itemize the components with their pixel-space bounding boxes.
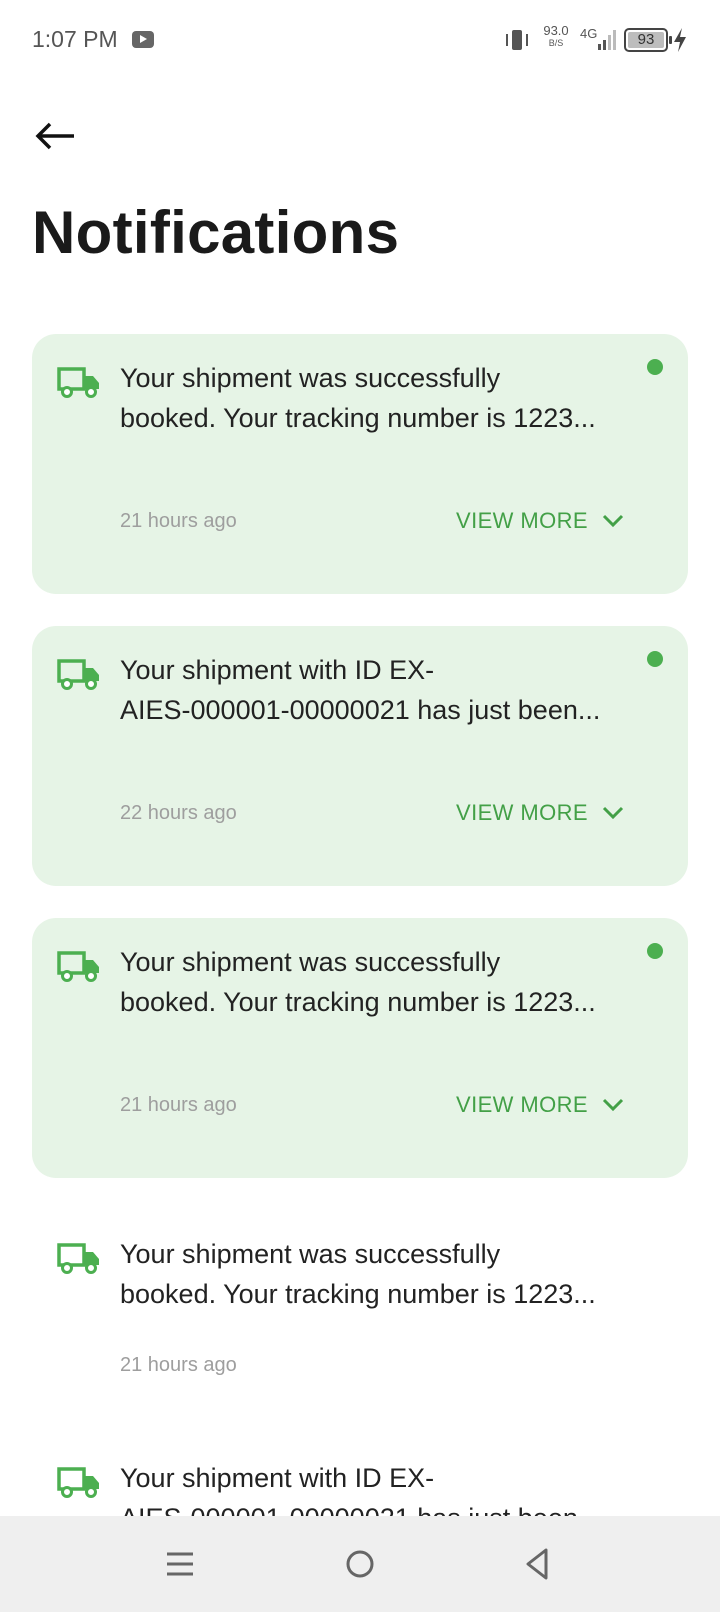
truck-icon	[57, 367, 99, 398]
notification-message: Your shipment with ID EX- AIES-000001-00…	[120, 650, 620, 730]
unread-dot	[647, 943, 663, 959]
page-title: Notifications	[32, 199, 400, 266]
battery-icon: 93	[624, 28, 672, 52]
truck-icon	[57, 1243, 99, 1274]
network-speed: 93.0 B/S	[540, 23, 572, 49]
back-nav-button[interactable]	[512, 1538, 564, 1590]
signal-icon	[594, 28, 618, 50]
back-button[interactable]	[34, 114, 78, 158]
notification-time: 21 hours ago	[120, 510, 237, 532]
view-more-button[interactable]: VIEW MORE	[456, 508, 624, 534]
arrow-left-icon	[35, 122, 74, 150]
notification-line-1: Your shipment with ID EX-	[120, 1463, 435, 1493]
view-more-label: VIEW MORE	[456, 1092, 588, 1117]
notification-card[interactable]: Your shipment was successfully booked. Y…	[32, 334, 688, 594]
notifications-screen: 1:07 PM 93.0 B/S 4G 93 Notifications You…	[0, 0, 720, 1612]
notification-message: Your shipment was successfully booked. Y…	[120, 942, 620, 1022]
notification-line-1: Your shipment was successfully	[120, 947, 501, 977]
notification-line-1: Your shipment was successfully	[120, 363, 501, 393]
view-more-button[interactable]: VIEW MORE	[456, 800, 624, 826]
status-time: 1:07 PM	[32, 26, 118, 52]
truck-icon	[57, 951, 99, 982]
system-nav-bar	[0, 1516, 720, 1612]
notification-line-2: AIES-000001-00000021 has just been...	[120, 695, 601, 725]
notification-line-2: booked. Your tracking number is 1223...	[120, 1279, 596, 1309]
unread-dot	[647, 359, 663, 375]
unread-dot	[647, 651, 663, 667]
battery-level: 93	[637, 31, 655, 48]
vibrate-icon	[506, 28, 528, 52]
menu-icon	[167, 1552, 193, 1576]
view-more-button[interactable]: VIEW MORE	[456, 1092, 624, 1118]
notification-line-2: booked. Your tracking number is 1223...	[120, 403, 596, 433]
circle-icon	[346, 1550, 374, 1578]
network-speed-unit: B/S	[548, 38, 564, 48]
charging-icon	[674, 28, 686, 52]
notification-card[interactable]: Your shipment with ID EX- AIES-000001-00…	[32, 626, 688, 886]
notification-line-2: booked. Your tracking number is 1223...	[120, 987, 596, 1017]
chevron-down-icon	[602, 806, 623, 820]
notification-message: Your shipment was successfully booked. Y…	[120, 358, 620, 438]
truck-icon	[57, 1467, 99, 1498]
home-button[interactable]	[334, 1538, 386, 1590]
view-more-label: VIEW MORE	[456, 508, 588, 533]
network-speed-value: 93.0	[543, 23, 569, 38]
notification-card[interactable]: Your shipment was successfully booked. Y…	[32, 918, 688, 1178]
recents-button[interactable]	[154, 1538, 206, 1590]
triangle-back-icon	[526, 1548, 548, 1580]
view-more-label: VIEW MORE	[456, 800, 588, 825]
status-bar: 1:07 PM 93.0 B/S 4G 93	[0, 0, 720, 80]
notification-time: 22 hours ago	[120, 802, 237, 824]
chevron-down-icon	[602, 514, 623, 528]
notification-card[interactable]: Your shipment was successfully booked. Y…	[32, 1210, 688, 1400]
chevron-down-icon	[602, 1098, 623, 1112]
notification-time: 21 hours ago	[120, 1354, 237, 1376]
notification-time: 21 hours ago	[120, 1094, 237, 1116]
youtube-icon	[132, 31, 154, 48]
notification-line-1: Your shipment was successfully	[120, 1239, 501, 1269]
truck-icon	[57, 659, 99, 690]
notification-message: Your shipment was successfully booked. Y…	[120, 1234, 620, 1314]
notification-line-1: Your shipment with ID EX-	[120, 655, 435, 685]
